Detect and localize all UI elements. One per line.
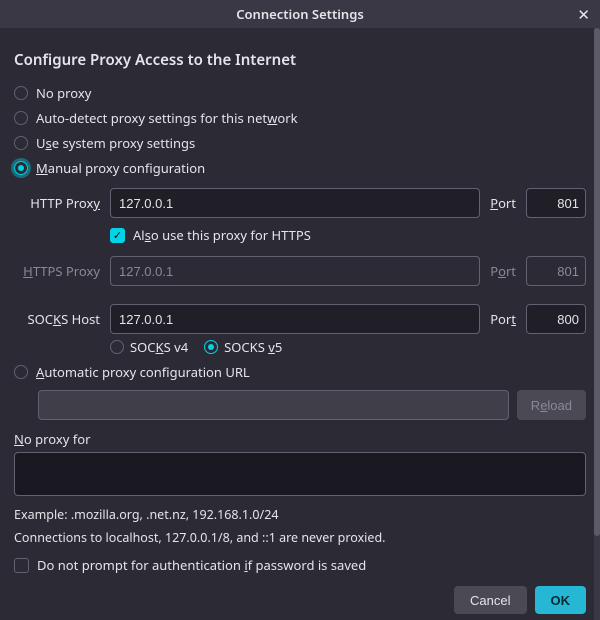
pac-url-input [38, 390, 509, 420]
socks-host-label: SOCKS Host [14, 310, 104, 328]
radio-icon [14, 161, 28, 175]
socks-v5-option[interactable]: SOCKS v5 [204, 338, 282, 356]
manual-proxy-block: HTTP Proxy Port ✓ Also use this proxy fo… [14, 188, 586, 359]
mode-system-proxy[interactable]: Use system proxy settings [14, 130, 586, 155]
http-proxy-host-input[interactable] [110, 188, 480, 218]
mode-no-proxy[interactable]: No proxy [14, 80, 586, 105]
reload-button: Reload [517, 390, 586, 420]
checkbox-icon: ✓ [110, 228, 125, 243]
titlebar: Connection Settings ✕ [0, 0, 600, 28]
radio-label: SOCKS v4 [130, 338, 188, 356]
socks-v4-option[interactable]: SOCKS v4 [110, 338, 188, 356]
http-proxy-port-input[interactable] [526, 188, 586, 218]
http-port-label: Port [486, 194, 520, 212]
pac-url-row: Reload [38, 390, 586, 420]
radio-label: Use system proxy settings [36, 134, 195, 152]
dialog-footer: Cancel OK [0, 580, 600, 620]
https-proxy-host-input [110, 256, 480, 286]
localhost-note: Connections to localhost, 127.0.0.1/8, a… [14, 529, 586, 546]
scrollbar[interactable] [594, 28, 600, 580]
radio-icon [14, 365, 28, 379]
scrollbar-thumb[interactable] [594, 28, 600, 536]
mode-auto-detect[interactable]: Auto-detect proxy settings for this netw… [14, 105, 586, 130]
dialog-title: Connection Settings [236, 5, 364, 23]
no-auth-prompt-check[interactable]: Do not prompt for authentication if pass… [14, 552, 586, 578]
radio-icon [14, 136, 28, 150]
ok-button[interactable]: OK [535, 586, 587, 614]
close-icon[interactable]: ✕ [577, 5, 590, 25]
radio-icon [14, 111, 28, 125]
radio-label: Manual proxy configuration [36, 159, 205, 177]
dialog-content: Configure Proxy Access to the Internet N… [0, 28, 600, 580]
radio-icon [110, 340, 124, 354]
section-heading: Configure Proxy Access to the Internet [14, 50, 586, 70]
socks-host-input[interactable] [110, 304, 480, 334]
radio-label: No proxy [36, 84, 91, 102]
checkbox-icon [14, 558, 29, 573]
mode-auto-config-url[interactable]: Automatic proxy configuration URL [14, 359, 586, 384]
http-proxy-row: HTTP Proxy Port [14, 188, 586, 218]
radio-icon [14, 86, 28, 100]
no-proxy-for-input[interactable] [14, 452, 586, 496]
https-proxy-port-input [526, 256, 586, 286]
check-label: Do not prompt for authentication if pass… [37, 556, 366, 574]
also-use-https-check[interactable]: ✓ Also use this proxy for HTTPS [110, 222, 586, 248]
radio-icon [204, 340, 218, 354]
check-label: Also use this proxy for HTTPS [133, 226, 311, 244]
radio-label: Automatic proxy configuration URL [36, 363, 250, 381]
no-proxy-for-label: No proxy for [14, 430, 586, 448]
radio-label: SOCKS v5 [224, 338, 282, 356]
mode-manual-proxy[interactable]: Manual proxy configuration [14, 155, 586, 180]
socks-port-label: Port [486, 310, 520, 328]
https-proxy-label: HTTPS Proxy [14, 262, 104, 280]
http-proxy-label: HTTP Proxy [14, 194, 104, 212]
https-port-label: Port [486, 262, 520, 280]
socks-host-row: SOCKS Host Port [14, 304, 586, 334]
socks-port-input[interactable] [526, 304, 586, 334]
radio-label: Auto-detect proxy settings for this netw… [36, 109, 298, 127]
socks-version-row: SOCKS v4 SOCKS v5 [110, 334, 586, 359]
no-proxy-example: Example: .mozilla.org, .net.nz, 192.168.… [14, 506, 586, 523]
https-proxy-row: HTTPS Proxy Port [14, 256, 586, 286]
cancel-button[interactable]: Cancel [454, 586, 526, 614]
